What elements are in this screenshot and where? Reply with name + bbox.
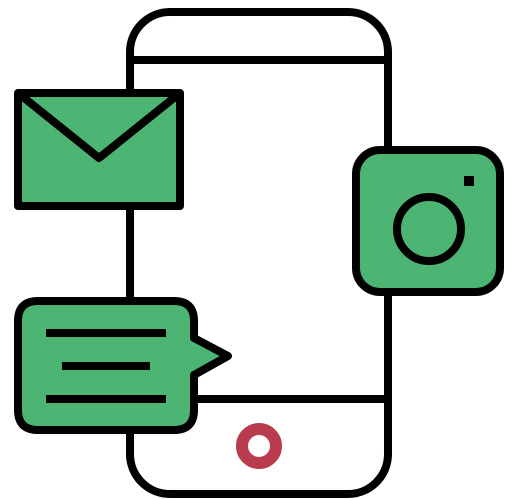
camera-icon: [352, 146, 504, 296]
chat-bubble-icon: [14, 297, 232, 434]
illustration-canvas: [0, 0, 509, 499]
camera-body: [352, 146, 504, 296]
camera-flash-dot: [464, 176, 474, 186]
envelope-icon: [14, 89, 184, 210]
phone-social-illustration: [14, 8, 504, 498]
